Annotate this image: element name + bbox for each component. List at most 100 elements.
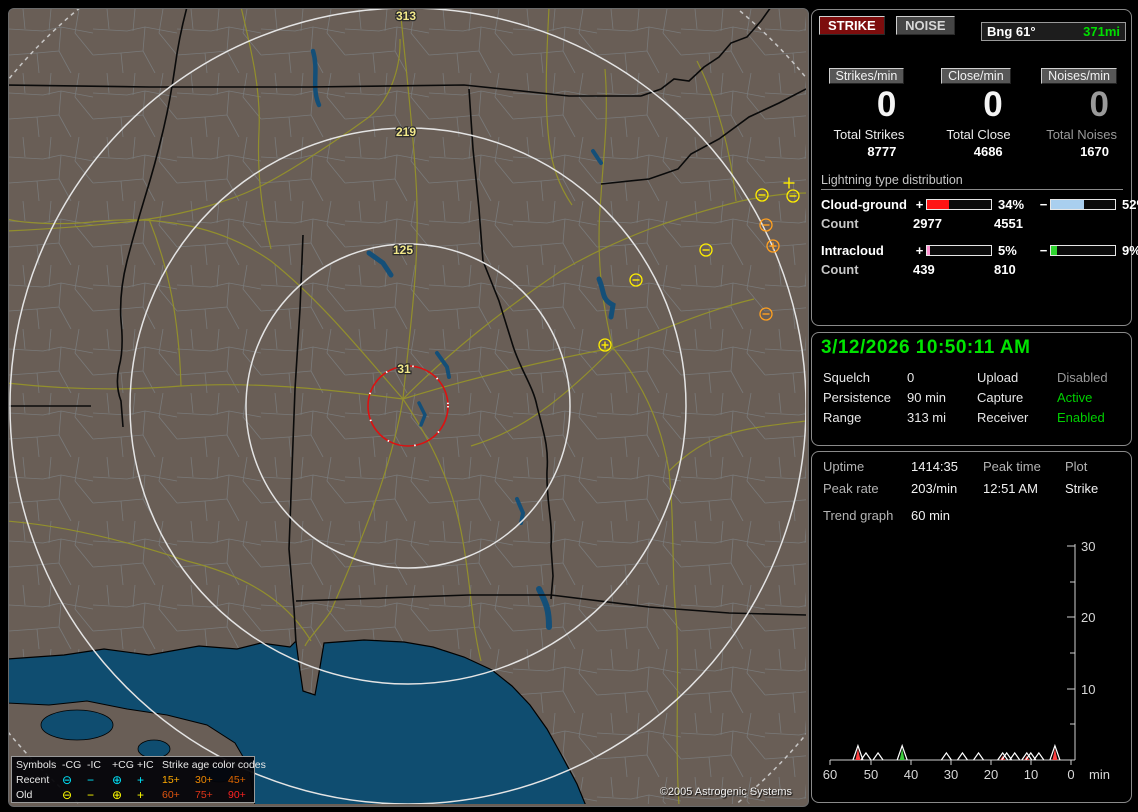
persistence-label: Persistence: [823, 390, 891, 405]
ic-negative-pct: 9%: [1122, 243, 1138, 258]
age-code-60: 60+: [162, 788, 180, 801]
legend-header-neg-ic: -IC: [87, 758, 101, 771]
noises-per-min-value: 0: [1089, 85, 1109, 124]
noises-per-min-button[interactable]: Noises/min: [1041, 68, 1117, 84]
receiver-label: Receiver: [977, 410, 1029, 425]
lightning-map[interactable]: 31 125 219 313 Symbols -CG -IC +CG +IC S…: [8, 8, 809, 807]
plot-label: Plot: [1065, 459, 1088, 474]
ring-label-125: 125: [393, 243, 413, 257]
cg-positive-count: 2977: [913, 216, 942, 231]
map-canvas: 31 125 219 313: [9, 9, 808, 806]
y-tick-20: 20: [1081, 610, 1095, 625]
ring-label-31: 31: [397, 362, 411, 376]
age-code-15: 15+: [162, 773, 180, 786]
y-tick-30: 30: [1081, 539, 1095, 554]
minus-sign: −: [1039, 197, 1048, 212]
strikes-per-min-value: 0: [876, 85, 897, 124]
receiver-status: Enabled: [1057, 410, 1105, 425]
upload-status: Disabled: [1057, 370, 1108, 385]
ic-positive-pct: 5%: [998, 243, 1017, 258]
trend-window-row: Trend graph 60 min: [823, 508, 1131, 523]
old-pos-cg-icon: ⊕: [112, 787, 123, 802]
range-value: 313 mi: [907, 410, 947, 425]
legend-header-neg-cg: -CG: [62, 758, 82, 771]
intracloud-row: Intracloud + 5% − 9%: [821, 243, 1138, 258]
cloud-ground-count-row: Count 2977 4551: [821, 216, 1131, 231]
minus-sign: −: [1039, 243, 1048, 258]
age-code-90: 90+: [228, 788, 246, 801]
total-noises-value: 1670: [1080, 144, 1109, 159]
x-tick-0: 0: [1067, 767, 1074, 782]
x-tick-40: 40: [904, 767, 918, 782]
legend-header-pos-ic: +IC: [137, 758, 154, 771]
total-strikes-label: Total Strikes: [833, 127, 905, 142]
plus-sign: +: [915, 197, 924, 212]
ic-negative-bar: [1050, 245, 1116, 256]
status-panel: 3/12/2026 10:50:11 AM Squelch 0 Upload D…: [811, 332, 1132, 446]
total-noises-label: Total Noises: [1046, 127, 1117, 142]
cg-negative-pct: 52%: [1122, 197, 1138, 212]
x-tick-30: 30: [944, 767, 958, 782]
cg-negative-bar: [1050, 199, 1116, 210]
recent-pos-ic-icon: +: [137, 772, 145, 787]
x-tick-60: 60: [823, 767, 837, 782]
ic-negative-count: 810: [994, 262, 1016, 277]
capture-label: Capture: [977, 390, 1024, 405]
map-legend: Symbols -CG -IC +CG +IC Strike age color…: [11, 756, 266, 803]
trend-graph-label: Trend graph: [823, 508, 894, 523]
cg-positive-bar: [926, 199, 992, 210]
trend-panel: Uptime 1414:35 Peak time Plot Peak rate …: [811, 451, 1132, 803]
squelch-label: Squelch: [823, 370, 870, 385]
old-neg-ic-icon: −: [87, 787, 95, 802]
total-close-label: Total Close: [946, 127, 1011, 142]
status-row: Range 313 mi Receiver Enabled: [823, 410, 1131, 425]
ring-label-219: 219: [396, 125, 416, 139]
bearing-distance: 371mi: [1083, 24, 1120, 39]
upload-label: Upload: [977, 370, 1019, 385]
ic-positive-bar: [926, 245, 992, 256]
peak-time-label: Peak time: [983, 459, 1041, 474]
capture-status: Active: [1057, 390, 1093, 405]
range-label: Range: [823, 410, 862, 425]
cloud-ground-row: Cloud-ground + 34% − 52%: [821, 197, 1138, 212]
plot-value: Strike: [1065, 481, 1099, 496]
age-code-45: 45+: [228, 773, 246, 786]
recent-pos-cg-icon: ⊕: [112, 772, 123, 787]
plus-sign: +: [915, 243, 924, 258]
age-code-75: 75+: [195, 788, 213, 801]
trend-graph: 30 20 10 60 50 40 30 20 10 0 min: [823, 539, 1110, 782]
age-code-30: 30+: [195, 773, 213, 786]
uptime-row: Uptime 1414:35 Peak time Plot: [823, 459, 1131, 474]
trend-window-value: 60 min: [911, 508, 951, 523]
old-neg-cg-icon: ⊖: [62, 787, 73, 802]
close-per-min-button[interactable]: Close/min: [941, 68, 1011, 84]
close-per-min-value: 0: [983, 85, 1003, 124]
distribution-title: Lightning type distribution: [821, 173, 1123, 190]
total-strikes-value: 8777: [867, 144, 897, 159]
recent-neg-cg-icon: ⊖: [62, 772, 73, 787]
bearing-label: Bng 61°: [987, 24, 1036, 39]
count-label: Count: [821, 216, 859, 231]
datetime-display: 3/12/2026 10:50:11 AM: [821, 337, 1031, 358]
peak-rate-row: Peak rate 203/min 12:51 AM Strike: [823, 481, 1131, 496]
x-tick-50: 50: [864, 767, 878, 782]
peak-rate-value: 203/min: [911, 481, 958, 496]
cg-positive-pct: 34%: [998, 197, 1025, 212]
strikes-per-min-button[interactable]: Strikes/min: [828, 68, 905, 84]
ic-positive-count: 439: [913, 262, 935, 277]
old-pos-ic-icon: +: [137, 787, 145, 802]
persistence-value: 90 min: [907, 390, 947, 405]
legend-row-recent-label: Recent: [16, 773, 50, 786]
strike-mode-button[interactable]: STRIKE: [819, 16, 885, 35]
x-tick-20: 20: [984, 767, 998, 782]
copyright-text: ©2005 Astrogenic Systems: [659, 786, 792, 798]
legend-header-symbols: Symbols: [16, 758, 57, 771]
legend-header-pos-cg: +CG: [112, 758, 134, 771]
x-tick-10: 10: [1024, 767, 1038, 782]
cloud-ground-label: Cloud-ground: [821, 197, 907, 212]
uptime-label: Uptime: [823, 459, 865, 474]
noise-mode-button[interactable]: NOISE: [896, 16, 955, 35]
total-close-value: 4686: [973, 144, 1003, 159]
legend-header-age: Strike age color codes: [162, 758, 266, 771]
cg-negative-count: 4551: [994, 216, 1023, 231]
